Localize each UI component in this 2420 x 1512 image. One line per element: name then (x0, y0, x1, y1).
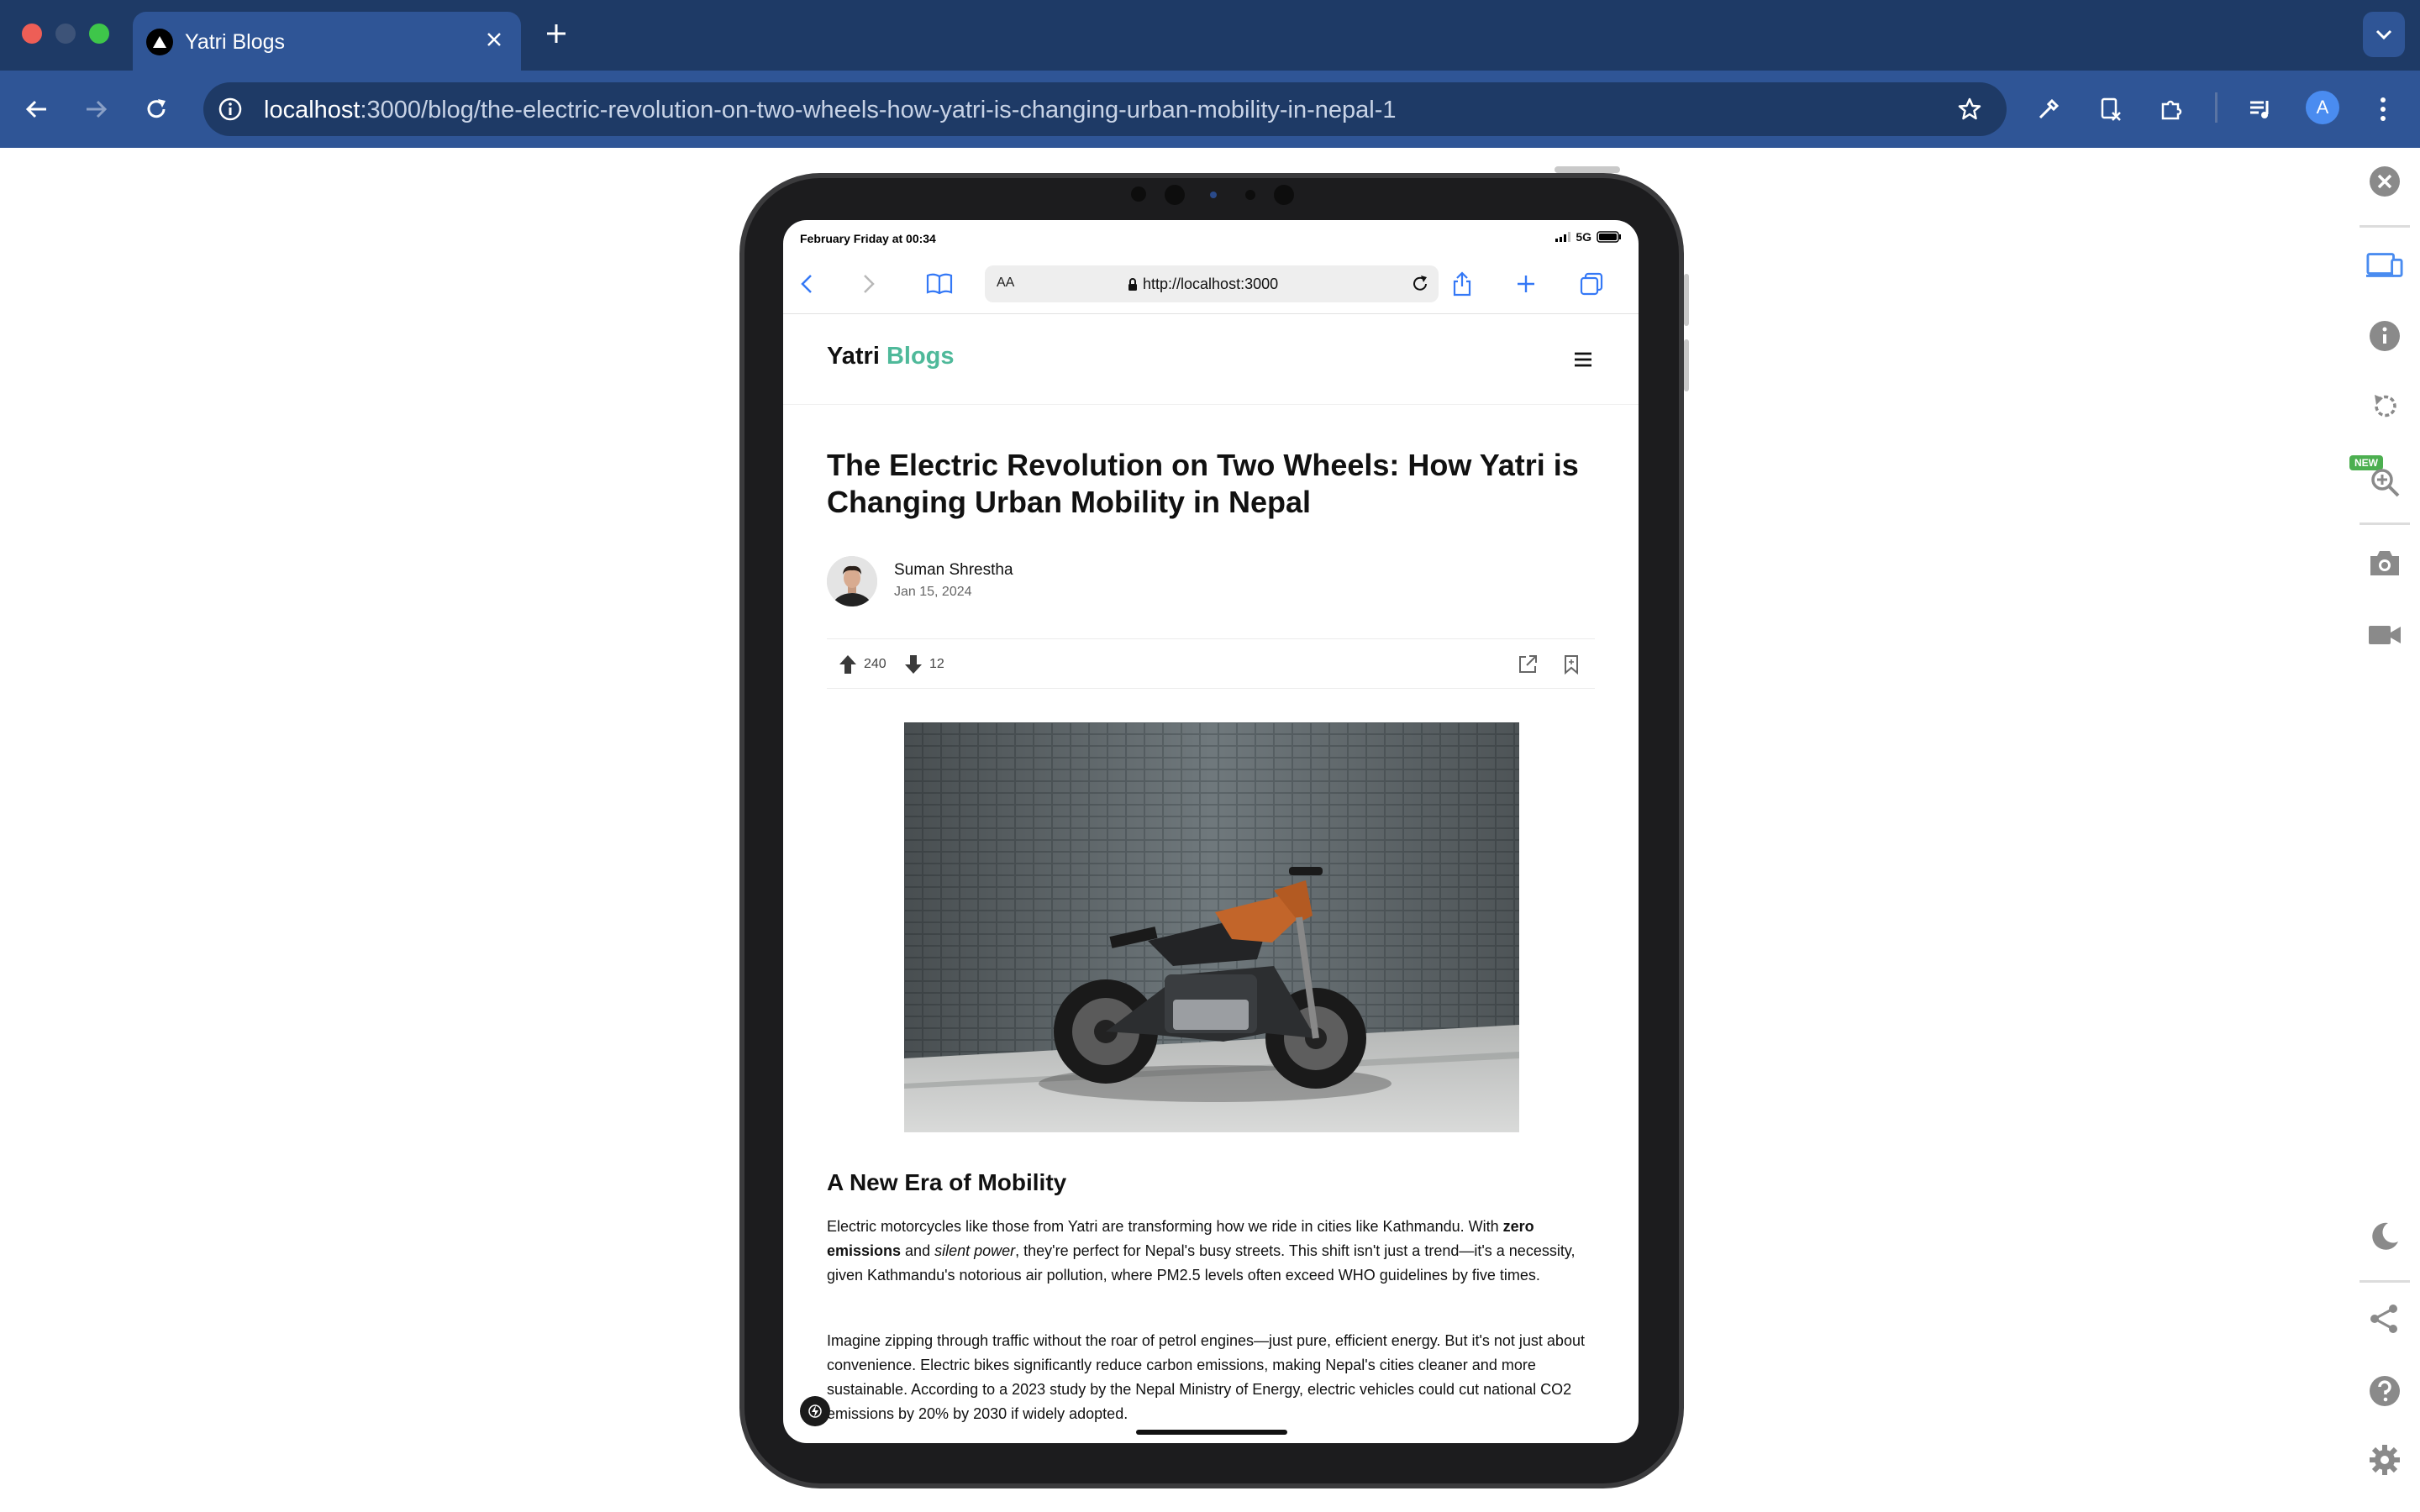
downvote-button[interactable]: 12 (904, 654, 944, 675)
close-emulator-icon[interactable] (2366, 163, 2403, 200)
author-name[interactable]: Suman Shrestha (894, 561, 1013, 580)
tab-close-icon[interactable] (479, 25, 509, 55)
safari-bookmarks-icon[interactable] (924, 269, 955, 299)
device-volume-down (1684, 339, 1689, 391)
maximize-window-button[interactable] (89, 24, 109, 44)
device-top-button (1555, 166, 1620, 173)
sidebar-divider (2360, 1280, 2410, 1283)
safari-reload-icon[interactable] (1408, 272, 1432, 296)
site-info-icon[interactable] (217, 96, 244, 123)
battery-icon (1597, 231, 1621, 243)
help-icon[interactable] (2366, 1373, 2403, 1410)
extensions-puzzle-icon[interactable] (2153, 91, 2190, 128)
new-tab-button[interactable] (538, 15, 575, 52)
sidebar-divider (2360, 522, 2410, 525)
text-size-button[interactable]: AA (997, 276, 1014, 291)
zoom-icon[interactable] (2366, 464, 2403, 501)
section-heading: A New Era of Mobility (827, 1169, 1067, 1195)
front-camera (1210, 192, 1217, 198)
browser-menu-icon[interactable] (2365, 91, 2402, 128)
article-paragraph: Imagine zipping through traffic without … (827, 1332, 1585, 1422)
arrow-down-icon (905, 655, 922, 674)
front-camera (1131, 186, 1146, 202)
tab-search-button[interactable] (2363, 12, 2405, 57)
url-path: :3000/blog/the-electric-revolution-on-tw… (360, 97, 1397, 123)
arrow-up-icon (839, 655, 856, 674)
front-camera (1274, 185, 1294, 205)
front-camera (1165, 185, 1185, 205)
bookmark-star-icon[interactable] (1954, 94, 1985, 124)
close-window-button[interactable] (22, 24, 42, 44)
responsive-viewer-extension-icon[interactable] (2092, 91, 2129, 128)
safari-tabs-icon[interactable] (1576, 269, 1607, 299)
home-indicator[interactable] (1136, 1430, 1287, 1435)
safari-address-field[interactable]: AA http://localhost:3000 (985, 265, 1439, 302)
forward-button[interactable] (77, 91, 114, 128)
article-title: The Electric Revolution on Two Wheels: H… (827, 448, 1579, 519)
external-link-icon[interactable] (1516, 653, 1539, 676)
url-text[interactable]: localhost:3000/blog/the-electric-revolut… (264, 97, 1397, 124)
safari-forward-icon[interactable] (854, 269, 884, 299)
url-host: localhost (264, 97, 360, 123)
lock-icon (1128, 277, 1137, 291)
safari-share-icon[interactable] (1447, 269, 1477, 299)
article-paragraph: Electric motorcycles like those from Yat… (827, 1215, 1600, 1288)
site-favicon-icon (146, 29, 173, 55)
profile-avatar[interactable]: A (2306, 91, 2339, 124)
safari-new-tab-icon[interactable] (1511, 269, 1541, 299)
menu-hamburger-icon[interactable] (1571, 348, 1595, 371)
screenshot-camera-icon[interactable] (2366, 544, 2403, 581)
tab-title: Yatri Blogs (185, 30, 286, 54)
rotate-icon[interactable] (2366, 388, 2403, 425)
address-bar[interactable]: localhost:3000/blog/the-electric-revolut… (203, 82, 2007, 136)
tab-active[interactable]: Yatri Blogs (133, 12, 521, 71)
media-control-icon[interactable] (2242, 91, 2279, 128)
device-select-icon[interactable] (2366, 247, 2403, 284)
tab-bar: Yatri Blogs (0, 0, 2420, 71)
site-header: Yatri Blogs (783, 314, 1639, 405)
share-icon[interactable] (2366, 1300, 2403, 1337)
browser-toolbar: localhost:3000/blog/the-electric-revolut… (0, 71, 2420, 148)
sidebar-divider (2360, 225, 2410, 228)
site-logo[interactable]: Yatri Blogs (827, 343, 955, 370)
device-volume-up (1684, 274, 1689, 326)
safari-url-text: http://localhost:3000 (1143, 276, 1279, 292)
back-button[interactable] (18, 91, 55, 128)
article-hero-image (904, 722, 1519, 1132)
signal-icon (1555, 232, 1571, 242)
upvote-count: 240 (864, 657, 886, 671)
author-avatar[interactable] (827, 556, 877, 606)
emphasis-italic: silent power (934, 1242, 1016, 1259)
minimize-window-button[interactable] (55, 24, 76, 44)
safari-url[interactable]: http://localhost:3000 (1128, 276, 1278, 293)
status-time: February Friday at 00:34 (800, 232, 936, 245)
paragraph-text: and (901, 1242, 935, 1259)
record-video-icon[interactable] (2366, 617, 2403, 654)
toolbar-divider (2215, 92, 2217, 123)
nextjs-dev-indicator[interactable] (800, 1396, 830, 1426)
upvote-button[interactable]: 240 (839, 654, 886, 675)
eyedropper-extension-icon[interactable] (2030, 91, 2067, 128)
logo-accent: Blogs (886, 343, 955, 370)
safari-toolbar: AA http://localhost:3000 (783, 254, 1639, 314)
downvote-count: 12 (929, 657, 944, 671)
reload-button[interactable] (138, 91, 175, 128)
status-indicators: 5G (1555, 230, 1622, 244)
paragraph-text: Electric motorcycles like those from Yat… (827, 1218, 1503, 1235)
safari-back-icon[interactable] (792, 269, 822, 299)
dark-mode-moon-icon[interactable] (2366, 1218, 2403, 1255)
logo-primary: Yatri (827, 343, 880, 370)
device-screen: February Friday at 00:34 5G AA http://lo… (783, 220, 1639, 1443)
settings-gear-icon[interactable] (2366, 1441, 2403, 1478)
front-camera (1245, 190, 1255, 200)
publish-date: Jan 15, 2024 (894, 585, 972, 599)
network-label: 5G (1576, 230, 1591, 244)
article-actions-bar: 240 12 (827, 638, 1595, 689)
bookmark-icon[interactable] (1560, 653, 1583, 676)
info-icon[interactable] (2366, 318, 2403, 354)
